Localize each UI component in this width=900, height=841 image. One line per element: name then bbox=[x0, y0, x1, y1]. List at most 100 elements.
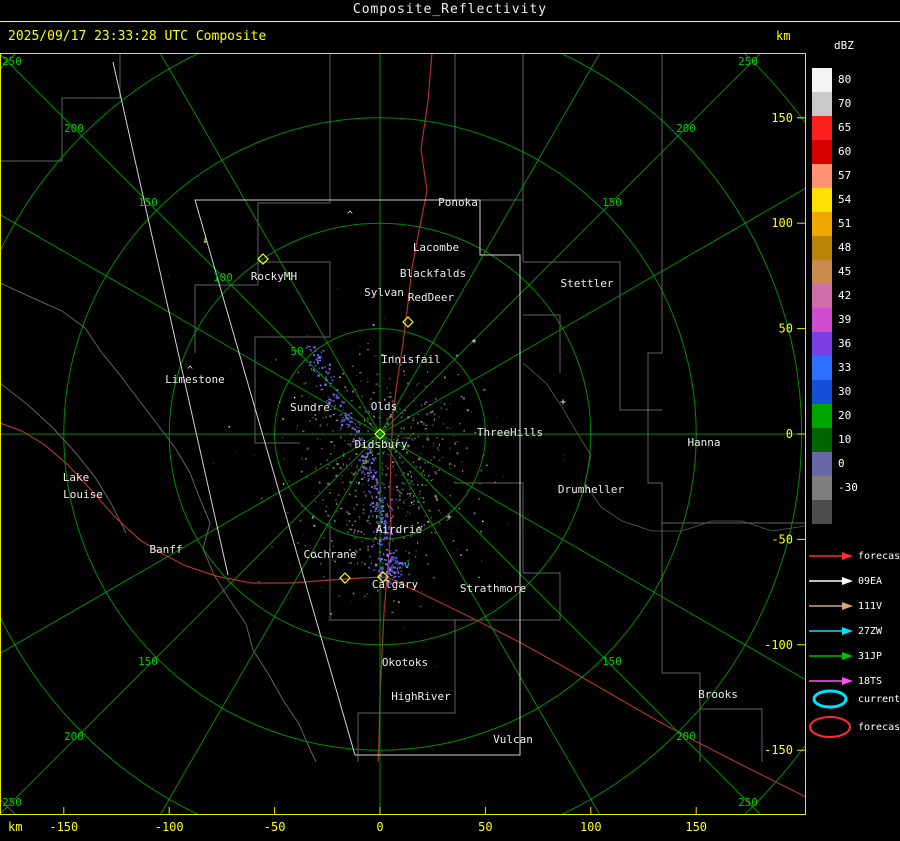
dbz-band bbox=[812, 92, 832, 116]
coverage-line bbox=[112, 61, 229, 576]
window-title: Composite_Reflectivity bbox=[352, 2, 548, 17]
right-axis-label: -150 bbox=[764, 743, 793, 757]
city-label: Louise bbox=[63, 488, 103, 501]
range-label: 100 bbox=[213, 271, 233, 284]
right-axis-label: -50 bbox=[771, 532, 793, 546]
county-boundary bbox=[194, 53, 331, 353]
vector-label: forecast bbox=[858, 550, 900, 562]
city-label: Stettler bbox=[561, 277, 614, 290]
dbz-band bbox=[812, 140, 832, 164]
river bbox=[522, 362, 806, 532]
right-axis-label: 0 bbox=[786, 427, 793, 441]
city-label: RedDeer bbox=[408, 291, 455, 304]
dbz-value: 65 bbox=[838, 121, 852, 134]
county-boundary bbox=[523, 314, 561, 373]
city-label: Calgary bbox=[372, 578, 419, 591]
bottom-axis-label: 0 bbox=[376, 820, 384, 834]
azimuth-line bbox=[0, 433, 381, 815]
range-label: 150 bbox=[138, 655, 158, 668]
range-label: 200 bbox=[676, 122, 696, 135]
dbz-value: 48 bbox=[838, 241, 852, 254]
dbz-band bbox=[812, 260, 832, 284]
bottom-axis-label: -150 bbox=[49, 820, 79, 834]
dbz-scale-title: dBZ bbox=[834, 39, 854, 52]
dbz-value: 45 bbox=[838, 265, 852, 278]
vector-label: 111V bbox=[858, 600, 883, 612]
legend-vector-row: 111V bbox=[808, 595, 882, 617]
range-label: 250 bbox=[2, 55, 22, 68]
radar-application-window: Composite_Reflectivity 2025/09/17 23:33:… bbox=[0, 0, 900, 841]
legend-vector-row: 27ZW bbox=[808, 620, 882, 642]
city-label: Banff bbox=[149, 543, 182, 556]
range-label: 50 bbox=[290, 345, 303, 358]
dbz-band bbox=[812, 236, 832, 260]
km-unit-top: km bbox=[776, 29, 791, 43]
city-label: Vulcan bbox=[493, 733, 533, 746]
title-bar: Composite_Reflectivity bbox=[0, 0, 900, 22]
range-label: 200 bbox=[676, 730, 696, 743]
county-boundary bbox=[0, 53, 121, 162]
status-bar: 2025/09/17 23:33:28 UTC Composite km bbox=[0, 22, 900, 53]
range-label: 200 bbox=[64, 730, 84, 743]
vector-label: 09EA bbox=[858, 575, 883, 587]
dbz-value: 0 bbox=[838, 457, 845, 470]
right-axis-label: -100 bbox=[764, 638, 793, 652]
radar-site-marker[interactable] bbox=[339, 572, 351, 584]
dbz-value: 30 bbox=[838, 385, 852, 398]
city-label: Innisfail bbox=[381, 353, 441, 366]
vector-arrow-icon bbox=[809, 627, 853, 635]
city-label: Sylvan bbox=[364, 286, 404, 299]
city-label: Okotoks bbox=[382, 656, 428, 669]
legend-vector-row: forecast bbox=[808, 545, 900, 567]
range-label: 250 bbox=[2, 796, 22, 809]
dbz-band bbox=[812, 68, 832, 92]
range-label: 150 bbox=[138, 196, 158, 209]
right-axis-label: 150 bbox=[771, 111, 793, 125]
map-marker: + bbox=[560, 397, 566, 408]
vector-label: 27ZW bbox=[858, 625, 883, 637]
radar-site-marker[interactable] bbox=[402, 316, 414, 328]
map-marker: + bbox=[446, 512, 452, 523]
dbz-value: 54 bbox=[838, 193, 852, 206]
legend-vector-row: 31JP bbox=[808, 645, 882, 667]
dbz-band bbox=[812, 164, 832, 188]
timestamp: 2025/09/17 23:33:28 UTC Composite bbox=[8, 29, 267, 44]
city-label: Brooks bbox=[698, 688, 738, 701]
bottom-axis-label: 50 bbox=[478, 820, 493, 834]
city-label: Sundre bbox=[290, 401, 330, 414]
county-boundary bbox=[647, 53, 701, 762]
map-marker: * bbox=[471, 338, 477, 349]
vector-arrow-icon bbox=[809, 552, 853, 560]
county-boundary bbox=[700, 708, 763, 762]
city-label: Lake bbox=[63, 471, 90, 484]
right-axis-label: 50 bbox=[779, 322, 793, 336]
city-label: Ponoka bbox=[438, 196, 478, 209]
legend-ellipse-row: current bbox=[808, 688, 900, 710]
dbz-band bbox=[812, 500, 832, 524]
radar-map[interactable]: *++^^v↓PonokaLacombeBlackfaldsSylvan RedD… bbox=[0, 53, 806, 815]
dbz-colorbar bbox=[812, 68, 832, 524]
city-label: Airdrie bbox=[376, 523, 422, 536]
vector-label: 18TS bbox=[858, 675, 883, 687]
ellipse-label: forecast bbox=[858, 721, 900, 733]
county-boundary bbox=[0, 382, 127, 534]
range-label: 200 bbox=[64, 122, 84, 135]
map-marker: ^ bbox=[347, 210, 353, 221]
range-label: 250 bbox=[738, 55, 758, 68]
bottom-axis-label: 100 bbox=[579, 820, 602, 834]
county-boundary bbox=[455, 482, 561, 621]
dbz-value: 51 bbox=[838, 217, 852, 230]
city-label: ThreeHills bbox=[477, 426, 543, 439]
vector-arrow-icon bbox=[809, 577, 853, 585]
city-label: Strathmore bbox=[460, 582, 526, 595]
dbz-value: 70 bbox=[838, 97, 852, 110]
dbz-value: 80 bbox=[838, 73, 852, 86]
dbz-band bbox=[812, 380, 832, 404]
city-label: Didsbury bbox=[355, 438, 408, 451]
dbz-band bbox=[812, 452, 832, 476]
coverage-outline bbox=[194, 199, 521, 756]
bottom-axis: km -150 -100 -50 0 50 100 150 bbox=[0, 815, 806, 841]
city-label: Drumheller bbox=[558, 483, 625, 496]
dbz-band bbox=[812, 428, 832, 452]
current-ellipse-icon bbox=[812, 689, 848, 709]
